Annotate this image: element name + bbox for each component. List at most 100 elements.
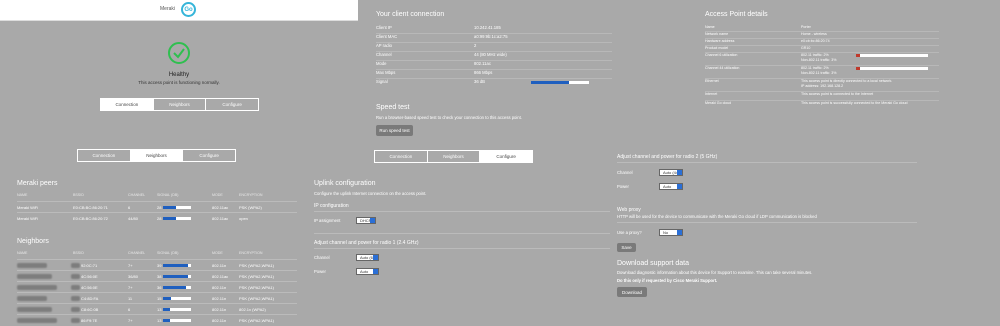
radio2-power-select[interactable]: Auto [659, 183, 683, 190]
redacted-name [17, 263, 47, 268]
ap-name-label: Name [705, 25, 715, 29]
tab-neighbors[interactable]: Neighbors [428, 151, 481, 162]
client-section: Your client connection Client IP 10.242.4… [376, 11, 612, 91]
radio2-power-label: Power [617, 184, 629, 189]
peers-title: Meraki peers [17, 180, 58, 187]
neighbor-channel: 7+ [128, 285, 133, 290]
ap-details-title: Access Point details [705, 11, 768, 18]
download-button[interactable]: Download [617, 287, 647, 297]
save-button[interactable]: Save [617, 243, 636, 252]
tab-connection[interactable]: Connection [375, 151, 428, 162]
ip-config-heading: IP configuration [314, 203, 349, 209]
redacted-name [17, 318, 57, 323]
col-encryption: ENCRYPTION [239, 193, 263, 197]
col-name: NAME [17, 251, 28, 255]
redacted-bssid-prefix [71, 307, 80, 312]
ip-assignment-label: IP assignment [314, 218, 341, 223]
proxy-select[interactable]: No [659, 229, 683, 236]
peer-encryption: open [239, 216, 248, 221]
brand-name: Meraki [160, 6, 176, 12]
neighbor-mode: 802.11n [212, 307, 227, 312]
radio2-section: Adjust channel and power for radio 2 (5 … [617, 152, 917, 324]
peer-bssid: E0:CB:BC:86:20:72 [73, 216, 108, 221]
tabs-neighbors: Connection Neighbors Configure [77, 149, 236, 162]
redacted-bssid-prefix [71, 318, 80, 323]
peer-signal: 28 [157, 216, 162, 221]
neighbor-bssid: 86:F9:7E [81, 318, 98, 323]
neighbor-channel: 11 [128, 296, 133, 301]
neighbor-channel: 7+ [128, 263, 133, 268]
redacted-bssid-prefix [71, 296, 80, 301]
radio1-power-label: Power [314, 269, 326, 274]
peer-name: Meraki WiFi [17, 216, 39, 221]
tab-neighbors[interactable]: Neighbors [154, 99, 207, 110]
run-speed-test-button[interactable]: Run speed test [376, 125, 413, 136]
col-bssid: BSSID [73, 251, 84, 255]
tab-connection[interactable]: Connection [101, 99, 154, 110]
radio2-title: Adjust channel and power for radio 2 (5 … [617, 154, 718, 160]
redacted-bssid-prefix [71, 274, 80, 279]
signal-value: 36 dB [474, 79, 485, 84]
channel6-util-bar [856, 54, 928, 57]
tab-configure[interactable]: Configure [480, 151, 533, 162]
peer-name: Meraki WiFi [17, 205, 39, 210]
col-signal: SIGNAL (DB) [157, 193, 179, 197]
radio1-power-select[interactable]: Auto [356, 268, 379, 275]
cloud-label: Meraki Go cloud [705, 101, 732, 105]
neighbor-mode: 802.11n [212, 263, 227, 268]
cloud-value: This access point is successfully connec… [801, 101, 908, 105]
proxy-desc: HTTP will be used for the device to comm… [617, 214, 817, 219]
header-bar: Meraki Go [0, 0, 358, 21]
health-area: Healthy This access point is functioning… [0, 21, 358, 90]
tab-neighbors[interactable]: Neighbors [130, 150, 184, 161]
neighbor-bssid: C8:6C:0B [81, 307, 99, 312]
radio1-channel-label: Channel [314, 255, 330, 260]
neighbor-bssid: C4:8D:FA [81, 296, 99, 301]
ap-details-section: Access Point details Name Porter Network … [705, 11, 939, 121]
check-circle-icon [168, 42, 190, 64]
redacted-name [17, 296, 47, 301]
channel-label: Channel [376, 52, 392, 57]
redacted-name [17, 285, 57, 290]
neighbor-mode: 802.11n [212, 318, 227, 323]
table-row: 86:F9:7E 7+ 13 802.11n PSK (WPA2,WPA1) [17, 314, 297, 326]
peer-encryption: PSK (WPA2) [239, 205, 262, 210]
internet-value: This access point is connected to the In… [801, 92, 874, 96]
ip-assignment-select[interactable]: DHCP [356, 217, 376, 224]
mode-value: 802.11ac [474, 61, 491, 66]
tab-connection[interactable]: Connection [78, 150, 131, 161]
col-mode: MODE [212, 251, 223, 255]
peer-mode: 802.11ac [212, 216, 229, 221]
radio2-channel-label: Channel [617, 170, 633, 175]
neighbor-mode: 802.11n [212, 296, 227, 301]
neighbor-bssid: 4C:56:0E [81, 285, 98, 290]
tabs-top: Connection Neighbors Configure [100, 98, 259, 111]
col-mode: MODE [212, 193, 223, 197]
channel-value: 44 (80 MHz wide) [474, 52, 507, 57]
peer-channel: 44/80 [128, 216, 139, 221]
neighbor-signal: 38 [157, 274, 162, 279]
product-model-label: Product model [705, 46, 729, 50]
hardware-address-value: e0:cb:bc:86:20:74 [801, 39, 830, 43]
signal-bar [531, 81, 589, 84]
uplink-title: Uplink configuration [314, 180, 376, 187]
health-subtitle: This access point is functioning normall… [138, 80, 220, 85]
col-bssid: BSSID [73, 193, 84, 197]
neighbors-title: Neighbors [17, 238, 49, 245]
radio1-title: Adjust channel and power for radio 1 (2.… [314, 240, 419, 246]
tab-configure[interactable]: Configure [183, 150, 235, 161]
meraki-go-logo: Go [181, 2, 196, 17]
channel44-util-label: Channel 44 utilization [705, 66, 740, 70]
support-note: Do this only if requested by Cisco Merak… [617, 278, 718, 283]
tab-configure[interactable]: Configure [206, 99, 258, 110]
col-channel: CHANNEL [128, 251, 146, 255]
redacted-bssid-prefix [71, 285, 80, 290]
neighbor-encryption: PSK (WPA2,WPA1) [239, 285, 274, 290]
radio2-channel-select[interactable]: Auto (44) [659, 169, 683, 176]
uplink-section: Uplink configuration Configure the uplin… [314, 180, 610, 324]
client-ip-value: 10.242.41.185 [474, 25, 501, 30]
max-mbps-value: 866 Mbps [474, 70, 493, 75]
redacted-name [17, 274, 52, 279]
radio1-channel-select[interactable]: Auto (6) [356, 254, 379, 261]
client-table: Client IP 10.242.41.185 Client MAC a0:99:9… [376, 24, 612, 90]
